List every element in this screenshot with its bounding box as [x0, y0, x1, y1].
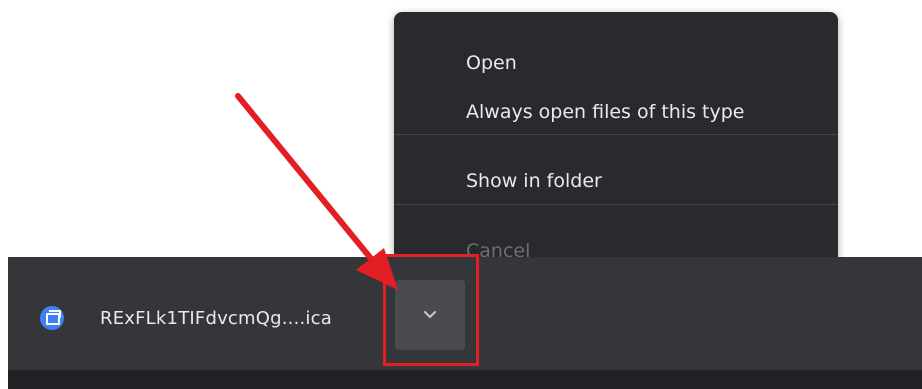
red-arrow-icon	[235, 93, 398, 290]
screenshot-stage: Open Always open files of this type Show…	[0, 0, 922, 389]
